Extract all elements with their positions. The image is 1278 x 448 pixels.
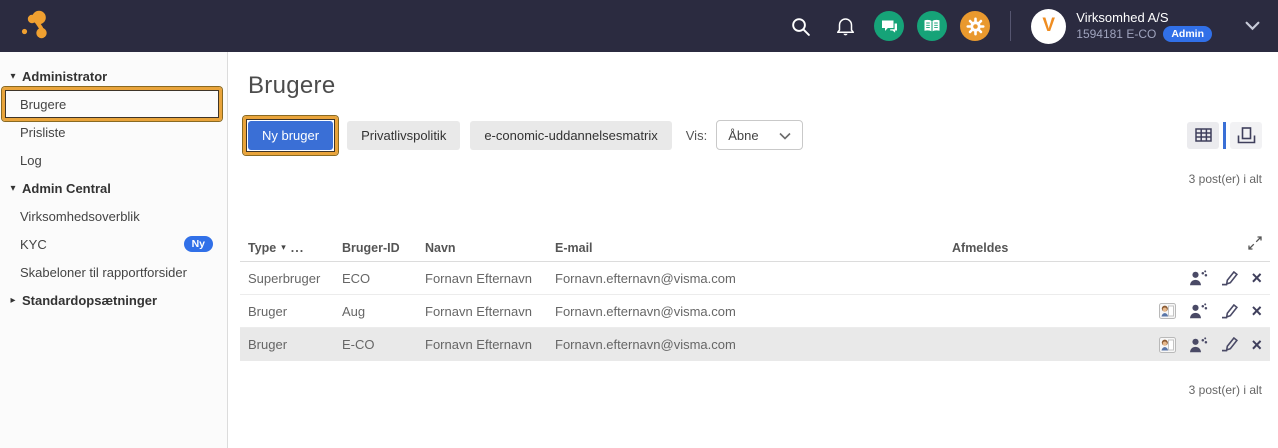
- row-actions: ×: [1112, 303, 1262, 319]
- sidebar-item-label: Skabeloner til rapportforsider: [20, 265, 187, 280]
- view-filter-value: Åbne: [728, 128, 758, 143]
- cell-navn: Fornavn Efternavn: [425, 271, 555, 286]
- print-icon[interactable]: [1230, 122, 1262, 149]
- main-content: Brugere Ny bruger Privatlivspolitik e-co…: [228, 52, 1278, 448]
- company-name: Virksomhed A/S: [1076, 10, 1212, 26]
- sidebar-section-label: Standardopsætninger: [22, 293, 157, 308]
- column-header-navn[interactable]: Navn: [425, 241, 555, 255]
- table-row[interactable]: SuperbrugerECOFornavn EfternavnFornavn.e…: [240, 262, 1270, 295]
- sidebar: ▾ Administrator Brugere Prisliste Log ▾ …: [0, 52, 228, 448]
- record-count-top: 3 post(er) i alt: [248, 172, 1262, 186]
- edit-icon[interactable]: [1221, 337, 1238, 352]
- user-rights-icon[interactable]: [1189, 337, 1208, 353]
- column-header-bruger-id[interactable]: Bruger-ID: [342, 241, 425, 255]
- page-title: Brugere: [248, 72, 1262, 100]
- row-actions: ×: [1112, 270, 1262, 286]
- sidebar-item-prisliste[interactable]: Prisliste: [0, 118, 227, 146]
- e-conomic-logo-icon[interactable]: [12, 4, 56, 48]
- column-header-afmeldes[interactable]: Afmeldes: [952, 241, 1112, 255]
- column-header-type[interactable]: Type: [248, 241, 276, 255]
- sidebar-section-label: Admin Central: [22, 181, 111, 196]
- grid-view-icon[interactable]: [1187, 122, 1219, 149]
- edit-icon[interactable]: [1221, 304, 1238, 319]
- sidebar-item-label: KYC: [20, 237, 47, 252]
- topbar-divider: [1010, 11, 1011, 41]
- topbar: V Virksomhed A/S 1594181 E-CO Admin: [0, 0, 1278, 52]
- sidebar-item-kyc[interactable]: KYC Ny: [0, 230, 227, 258]
- table-row[interactable]: BrugerAugFornavn EfternavnFornavn.eftern…: [240, 295, 1270, 328]
- cell-bruger-id: E-CO: [342, 337, 425, 352]
- column-menu-icon[interactable]: ...: [291, 241, 304, 255]
- sidebar-item-skabeloner[interactable]: Skabeloner til rapportforsider: [0, 258, 227, 286]
- company-number: 1594181 E-CO: [1076, 27, 1156, 42]
- account-menu[interactable]: V Virksomhed A/S 1594181 E-CO Admin: [1031, 9, 1212, 44]
- afmeld-user-icon[interactable]: [1159, 303, 1176, 319]
- user-rights-icon[interactable]: [1189, 270, 1208, 286]
- table-row[interactable]: BrugerE-COFornavn EfternavnFornavn.efter…: [240, 328, 1270, 361]
- ny-badge: Ny: [184, 236, 213, 252]
- sidebar-item-label: Brugere: [20, 97, 66, 112]
- delete-icon[interactable]: ×: [1251, 338, 1262, 352]
- chat-icon[interactable]: [874, 11, 904, 41]
- sidebar-section-admin-central[interactable]: ▾ Admin Central: [0, 174, 227, 202]
- sidebar-item-label: Log: [20, 153, 42, 168]
- sidebar-item-brugere[interactable]: Brugere: [0, 90, 227, 118]
- afmeld-user-icon[interactable]: [1159, 337, 1176, 353]
- cell-type: Superbruger: [248, 271, 342, 286]
- record-count-bottom: 3 post(er) i alt: [248, 383, 1262, 397]
- cell-bruger-id: ECO: [342, 271, 425, 286]
- expand-table-icon[interactable]: [1248, 236, 1262, 250]
- privacy-policy-button[interactable]: Privatlivspolitik: [347, 121, 460, 150]
- cell-type: Bruger: [248, 337, 342, 352]
- cell-navn: Fornavn Efternavn: [425, 337, 555, 352]
- sidebar-item-virksomhedsoverblik[interactable]: Virksomhedsoverblik: [0, 202, 227, 230]
- column-header-email[interactable]: E-mail: [555, 241, 952, 255]
- sidebar-item-label: Prisliste: [20, 125, 66, 140]
- cell-email: Fornavn.efternavn@visma.com: [555, 337, 952, 352]
- delete-icon[interactable]: ×: [1251, 271, 1262, 285]
- education-matrix-button[interactable]: e-conomic-uddannelsesmatrix: [470, 121, 671, 150]
- expand-arrow-icon: ▸: [6, 295, 20, 306]
- toolbar: Ny bruger Privatlivspolitik e-conomic-ud…: [248, 120, 1262, 150]
- cell-email: Fornavn.efternavn@visma.com: [555, 271, 952, 286]
- sort-arrow-icon[interactable]: ▾: [281, 242, 286, 253]
- admin-badge: Admin: [1163, 26, 1212, 42]
- cell-email: Fornavn.efternavn@visma.com: [555, 304, 952, 319]
- delete-icon[interactable]: ×: [1251, 304, 1262, 318]
- cell-bruger-id: Aug: [342, 304, 425, 319]
- cell-type: Bruger: [248, 304, 342, 319]
- table-body: SuperbrugerECOFornavn EfternavnFornavn.e…: [248, 262, 1262, 361]
- table-header-row: Type ▾ ... Bruger-ID Navn E-mail Afmelde…: [240, 234, 1270, 262]
- visma-avatar: V: [1031, 9, 1066, 44]
- users-table: Type ▾ ... Bruger-ID Navn E-mail Afmelde…: [248, 234, 1262, 361]
- sidebar-item-log[interactable]: Log: [0, 146, 227, 174]
- row-actions: ×: [1112, 337, 1262, 353]
- settings-gear-icon[interactable]: [960, 11, 990, 41]
- sidebar-section-label: Administrator: [22, 69, 107, 84]
- new-user-button[interactable]: Ny bruger: [248, 121, 333, 150]
- view-filter-label: Vis:: [686, 128, 707, 143]
- academy-book-icon[interactable]: [917, 11, 947, 41]
- sidebar-item-label: Virksomhedsoverblik: [20, 209, 140, 224]
- user-rights-icon[interactable]: [1189, 303, 1208, 319]
- search-icon[interactable]: [784, 10, 816, 42]
- collapse-arrow-icon: ▾: [6, 183, 20, 194]
- collapse-arrow-icon: ▾: [6, 71, 20, 82]
- chevron-down-icon: [779, 128, 791, 143]
- sidebar-section-administrator[interactable]: ▾ Administrator: [0, 62, 227, 90]
- toolbar-blue-divider: [1223, 122, 1226, 149]
- chevron-down-icon[interactable]: [1245, 21, 1260, 31]
- cell-navn: Fornavn Efternavn: [425, 304, 555, 319]
- notifications-bell-icon[interactable]: [829, 10, 861, 42]
- edit-icon[interactable]: [1221, 271, 1238, 286]
- sidebar-section-standardopsaetninger[interactable]: ▸ Standardopsætninger: [0, 286, 227, 314]
- view-filter-select[interactable]: Åbne: [716, 120, 802, 150]
